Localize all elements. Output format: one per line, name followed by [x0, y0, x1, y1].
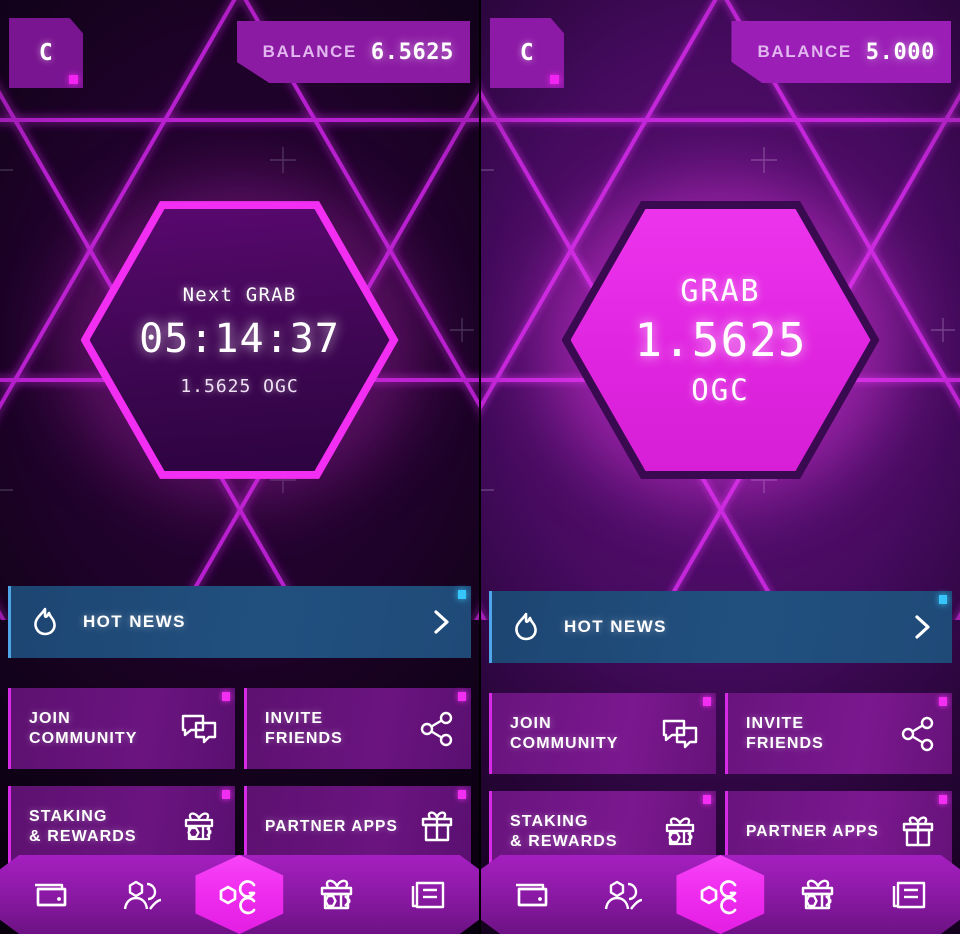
gift-icon [419, 809, 455, 845]
balance-display[interactable]: BALANCE 5.000 [731, 21, 951, 83]
hot-news-label: HOT NEWS [564, 617, 667, 636]
join-community-card[interactable]: JOIN COMMUNITY [8, 688, 235, 769]
hero-label: Next GRAB [182, 283, 297, 306]
hero-token-symbol: OGC [691, 372, 750, 407]
partner-apps-card[interactable]: PARTNER APPS [244, 786, 471, 867]
card-badge-dot [458, 692, 466, 701]
app-logo-badge[interactable]: C [490, 18, 564, 88]
hot-news-label: HOT NEWS [83, 612, 186, 631]
nav-item-friends[interactable] [105, 861, 179, 929]
nav-item-wallet[interactable] [14, 861, 88, 929]
card-badge-dot [703, 697, 711, 706]
join-community-label: JOIN COMMUNITY [510, 714, 619, 752]
quick-actions-row-2: STAKING & REWARDS PARTNER APPS [8, 786, 471, 867]
ogc-logo-icon [697, 874, 743, 916]
partner-apps-label: PARTNER APPS [746, 822, 879, 840]
hot-news-banner[interactable]: HOT NEWS [489, 591, 952, 663]
flame-icon [29, 605, 61, 639]
app-logo-badge[interactable]: C [9, 18, 83, 88]
staking-rewards-card[interactable]: STAKING & REWARDS [8, 786, 235, 867]
ogc-logo-icon [216, 874, 262, 916]
share-nodes-icon [419, 711, 455, 747]
bottom-navigation [0, 855, 479, 934]
balance-label: BALANCE [757, 42, 852, 61]
wallet-icon [31, 878, 71, 912]
hero-reward-amount: 1.5625 OGC [180, 375, 299, 397]
wallet-icon [512, 878, 552, 912]
balance-value: 6.5625 [370, 39, 454, 65]
news-icon [408, 878, 448, 912]
staking-rewards-label: STAKING & REWARDS [29, 807, 137, 845]
invite-friends-card[interactable]: INVITE FRIENDS [725, 693, 952, 774]
gift-hex-icon [315, 877, 359, 913]
grab-hero-area: Next GRAB 05:14:37 1.5625 OGC [0, 105, 479, 575]
join-community-card[interactable]: JOIN COMMUNITY [489, 693, 716, 774]
chevron-right-icon[interactable] [910, 612, 934, 642]
logo-letter: C [519, 40, 535, 66]
share-nodes-icon [900, 716, 936, 752]
bottom-navigation [481, 855, 960, 934]
hot-news-banner[interactable]: HOT NEWS [8, 586, 471, 658]
gift-icon [900, 814, 936, 850]
nav-item-news[interactable] [391, 861, 465, 929]
card-badge-dot [703, 795, 711, 804]
invite-friends-label: INVITE FRIENDS [746, 714, 824, 752]
people-icon [602, 878, 644, 912]
nav-item-news[interactable] [872, 861, 946, 929]
nav-item-ogc[interactable] [195, 855, 284, 934]
balance-label: BALANCE [262, 42, 357, 61]
hero-countdown-value: 05:14:37 [139, 315, 340, 362]
dual-screenshot-comparison: C BALANCE 6.5625 Next GRAB 05:14:37 1.56… [0, 0, 960, 934]
card-badge-dot [222, 790, 230, 799]
join-community-label: JOIN COMMUNITY [29, 709, 138, 747]
top-bar: C BALANCE 5.000 [481, 0, 960, 104]
logo-accent-dot [69, 75, 78, 84]
card-badge-dot [939, 697, 947, 706]
nav-item-friends[interactable] [586, 861, 660, 929]
card-badge-dot [939, 795, 947, 804]
chat-bubbles-icon [660, 716, 700, 752]
nav-item-wallet[interactable] [495, 861, 569, 929]
grab-hero-area: GRAB 1.5625 OGC [481, 105, 960, 575]
app-screen-cooldown: C BALANCE 6.5625 Next GRAB 05:14:37 1.56… [0, 0, 479, 934]
partner-apps-label: PARTNER APPS [265, 817, 398, 835]
top-bar: C BALANCE 6.5625 [0, 0, 479, 104]
people-icon [121, 878, 163, 912]
logo-letter: C [38, 40, 54, 66]
hero-reward-value: 1.5625 [634, 312, 807, 367]
news-badge-dot [458, 590, 466, 599]
hero-label: GRAB [680, 273, 761, 309]
logo-accent-dot [550, 75, 559, 84]
chat-bubbles-icon [179, 711, 219, 747]
card-badge-dot [222, 692, 230, 701]
news-icon [889, 878, 929, 912]
gift-hex-icon [179, 809, 219, 845]
invite-friends-label: INVITE FRIENDS [265, 709, 343, 747]
card-badge-dot [458, 790, 466, 799]
balance-display[interactable]: BALANCE 6.5625 [236, 21, 470, 83]
flame-icon [510, 610, 542, 644]
staking-rewards-label: STAKING & REWARDS [510, 812, 618, 850]
balance-value: 5.000 [865, 39, 935, 65]
nav-item-rewards[interactable] [781, 861, 855, 929]
gift-hex-icon [660, 814, 700, 850]
app-screen-ready: C BALANCE 5.000 GRAB 1.5625 OGC HOT NEWS… [481, 0, 960, 934]
invite-friends-card[interactable]: INVITE FRIENDS [244, 688, 471, 769]
news-badge-dot [939, 595, 947, 604]
nav-item-ogc[interactable] [676, 855, 765, 934]
chevron-right-icon[interactable] [429, 607, 453, 637]
quick-actions-row-1: JOIN COMMUNITY INVITE FRIENDS [489, 693, 952, 774]
nav-item-rewards[interactable] [300, 861, 374, 929]
gift-hex-icon [796, 877, 840, 913]
quick-actions-row-1: JOIN COMMUNITY INVITE FRIENDS [8, 688, 471, 769]
